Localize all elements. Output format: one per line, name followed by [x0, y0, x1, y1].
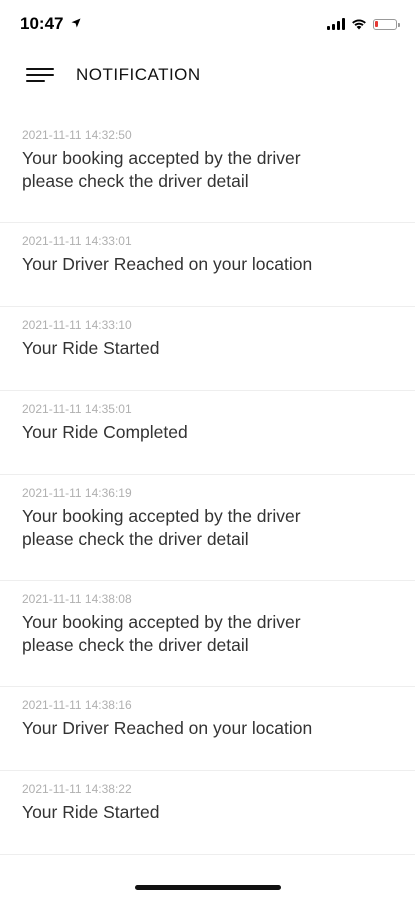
notification-message: Your booking accepted by the driver plea… [22, 612, 301, 655]
notification-item[interactable]: 2021-11-11 14:33:10 Your Ride Started [0, 307, 415, 391]
notification-item[interactable]: 2021-11-11 14:35:01 Your Ride Completed [0, 391, 415, 475]
status-bar: 10:47 [0, 0, 415, 50]
notification-message: Your Ride Started [22, 802, 160, 822]
notification-item[interactable]: 2021-11-11 14:33:01 Your Driver Reached o… [0, 223, 415, 307]
page-title: NOTIFICATION [76, 65, 201, 84]
notification-timestamp: 2021-11-11 14:36:19 [22, 486, 132, 500]
battery-level [375, 20, 378, 27]
location-arrow-icon [71, 18, 81, 28]
notification-timestamp: 2021-11-11 14:33:01 [22, 234, 132, 248]
notification-message: Your Ride Completed [22, 422, 188, 442]
notification-timestamp: 2021-11-11 14:32:50 [22, 128, 132, 142]
wifi-icon [352, 19, 366, 30]
notification-message: Your Driver Reached on your location [22, 718, 313, 738]
notification-list: 2021-11-11 14:32:50 Your booking accepted… [0, 117, 415, 855]
notification-message: Your booking accepted by the driver plea… [22, 148, 301, 191]
battery-icon [373, 18, 400, 30]
notification-message: Your Driver Reached on your location [22, 254, 313, 274]
hamburger-menu-icon[interactable] [26, 66, 56, 84]
notification-timestamp: 2021-11-11 14:38:16 [22, 698, 132, 712]
status-icons [327, 16, 400, 32]
notification-timestamp: 2021-11-11 14:33:10 [22, 318, 132, 332]
status-time: 10:47 [20, 14, 64, 33]
app-header: NOTIFICATION [0, 52, 415, 98]
notification-message: Your Ride Started [22, 338, 160, 358]
notification-item[interactable]: 2021-11-11 14:36:19 Your booking accepted… [0, 475, 415, 581]
notification-item[interactable]: 2021-11-11 14:38:16 Your Driver Reached o… [0, 687, 415, 771]
notification-timestamp: 2021-11-11 14:35:01 [22, 402, 132, 416]
notification-message: Your booking accepted by the driver plea… [22, 506, 301, 549]
cellular-signal-icon [327, 18, 345, 30]
notification-item[interactable]: 2021-11-11 14:38:22 Your Ride Started [0, 771, 415, 855]
notification-item[interactable]: 2021-11-11 14:32:50 Your booking accepted… [0, 117, 415, 223]
notification-item[interactable]: 2021-11-11 14:38:08 Your booking accepted… [0, 581, 415, 687]
notification-timestamp: 2021-11-11 14:38:08 [22, 592, 132, 606]
home-indicator[interactable] [135, 885, 281, 890]
notification-timestamp: 2021-11-11 14:38:22 [22, 782, 132, 796]
